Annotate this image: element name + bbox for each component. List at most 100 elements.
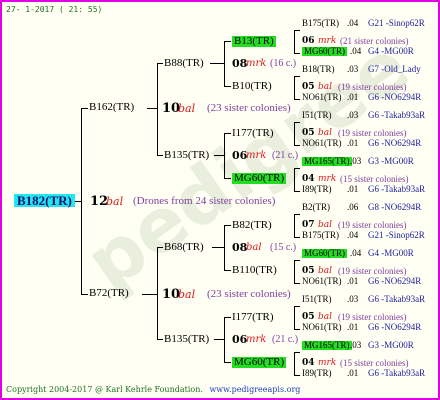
- gen1-queen[interactable]: B162(TR): [89, 102, 134, 113]
- gen4-code: G6 -Takab93aR: [368, 110, 426, 120]
- gen4-queen[interactable]: MG60(TR): [302, 249, 347, 258]
- gen4-code: G4 -MG00R: [368, 248, 414, 258]
- connector: [294, 53, 300, 54]
- connector: [294, 306, 300, 307]
- gen4-num: .03: [347, 64, 359, 74]
- gen4-code: G6 -Takab93aR: [368, 184, 426, 194]
- gen2-queen[interactable]: B135(TR): [164, 150, 209, 161]
- connector: [294, 329, 300, 330]
- gen4-num: .03: [350, 156, 362, 166]
- gen3-mark: bal: [318, 220, 333, 230]
- gen3-queen[interactable]: B110(TR): [232, 265, 277, 276]
- gen3-queen[interactable]: I177(TR): [232, 128, 274, 139]
- connector: [224, 225, 225, 271]
- connector: [294, 168, 295, 192]
- gen3-num: 06: [302, 36, 315, 46]
- connector: [294, 30, 295, 54]
- connector: [294, 168, 300, 169]
- gen4-queen[interactable]: MG165(TR): [302, 157, 352, 166]
- gen4-code: G6 -NO6294R: [368, 92, 422, 102]
- connector: [224, 133, 225, 179]
- copyright-text: Copyright 2004-2017 @ Karl Kehrle Founda…: [6, 385, 203, 394]
- gen1-mark: bal: [178, 102, 196, 115]
- gen4-num: .04: [350, 248, 362, 258]
- gen2-queen[interactable]: B135(TR): [164, 334, 209, 345]
- gen4-num: .01: [347, 368, 359, 378]
- gen2-note: (21 c.): [272, 150, 299, 161]
- connector: [224, 317, 231, 318]
- header-date: 27- 1-2017 ( 21: 55): [6, 5, 103, 14]
- gen4-queen[interactable]: NO61(TR): [302, 139, 342, 148]
- gen4-num: .04: [347, 18, 359, 28]
- gen3-queen[interactable]: B82(TR): [232, 220, 272, 231]
- connector: [157, 247, 163, 248]
- gen3-note: (19 sister colonies): [338, 266, 407, 276]
- gen2-mark: bal: [246, 242, 262, 253]
- gen4-queen[interactable]: B175(TR): [302, 231, 339, 240]
- gen4-code: G8 -NO6294R: [368, 202, 422, 212]
- gen4-queen[interactable]: MG165(TR): [302, 341, 352, 350]
- gen2-queen[interactable]: B88(TR): [164, 58, 204, 69]
- pedigree-frame: pedigree 27- 1-2017 ( 21: 55) B182(TR) 1…: [0, 0, 440, 400]
- gen3-note: (19 sister colonies): [338, 128, 407, 138]
- gen4-queen[interactable]: B175(TR): [302, 19, 339, 28]
- gen4-num: .01: [347, 138, 359, 148]
- gen4-queen[interactable]: I89(TR): [302, 185, 332, 194]
- gen4-queen[interactable]: I51(TR): [302, 111, 332, 120]
- connector: [224, 41, 231, 42]
- gen3-mark: mrk: [318, 358, 337, 368]
- gen3-mark: mrk: [318, 174, 337, 184]
- root-queen[interactable]: B182(TR): [14, 194, 75, 207]
- gen3-note: (19 sister colonies): [338, 82, 407, 92]
- gen4-queen[interactable]: NO61(TR): [302, 323, 342, 332]
- connector: [294, 260, 300, 261]
- website-link[interactable]: www.pedigreeapis.org: [209, 385, 300, 394]
- gen3-mark: bal: [318, 128, 333, 138]
- gen4-queen[interactable]: B2(TR): [302, 203, 330, 212]
- connector: [214, 339, 225, 340]
- gen2-queen[interactable]: B68(TR): [164, 242, 204, 253]
- connector: [224, 178, 231, 179]
- connector: [294, 260, 295, 284]
- gen4-queen[interactable]: I51(TR): [302, 295, 332, 304]
- gen4-queen[interactable]: MG60(TR): [302, 47, 347, 56]
- gen3-queen[interactable]: I177(TR): [232, 312, 274, 323]
- connector: [157, 63, 163, 64]
- connector: [294, 214, 295, 238]
- gen4-num: .06: [347, 202, 359, 212]
- connector: [157, 155, 163, 156]
- connector: [224, 133, 231, 134]
- gen3-num: 04: [302, 174, 315, 184]
- gen4-code: G7 -Old_Lady: [368, 64, 421, 74]
- footer: Copyright 2004-2017 @ Karl Kehrle Founda…: [6, 385, 300, 394]
- gen4-num: .03: [350, 340, 362, 350]
- gen1-note: (23 sister colonies): [207, 288, 291, 300]
- gen4-num: .03: [347, 110, 359, 120]
- gen1-note: (23 sister colonies): [207, 102, 291, 114]
- gen2-mark: mrk: [246, 150, 267, 161]
- gen4-queen[interactable]: B18(TR): [302, 65, 335, 74]
- gen3-num: 05: [302, 128, 315, 138]
- gen3-queen[interactable]: B13(TR): [232, 36, 276, 47]
- gen4-num: .03: [347, 294, 359, 304]
- gen3-queen[interactable]: MG60(TR): [232, 357, 287, 368]
- gen4-code: G6 -NO6294R: [368, 322, 422, 332]
- gen2-note: (16 c.): [270, 58, 297, 69]
- gen4-queen[interactable]: NO61(TR): [302, 93, 342, 102]
- gen3-queen[interactable]: MG60(TR): [232, 173, 287, 184]
- gen4-num: .04: [347, 230, 359, 240]
- connector: [224, 270, 231, 271]
- connector: [224, 362, 231, 363]
- gen4-code: G6 -NO6294R: [368, 276, 422, 286]
- gen1-queen[interactable]: B72(TR): [89, 288, 129, 299]
- gen4-num: .04: [350, 46, 362, 56]
- gen2-note: (15 c.): [270, 242, 297, 253]
- gen4-queen[interactable]: NO61(TR): [302, 277, 342, 286]
- connector: [81, 108, 88, 109]
- connector: [224, 317, 225, 363]
- gen3-num: 05: [302, 312, 315, 322]
- gen4-queen[interactable]: I89(TR): [302, 369, 332, 378]
- connector: [294, 237, 300, 238]
- connector: [212, 247, 225, 248]
- gen3-queen[interactable]: B10(TR): [232, 81, 272, 92]
